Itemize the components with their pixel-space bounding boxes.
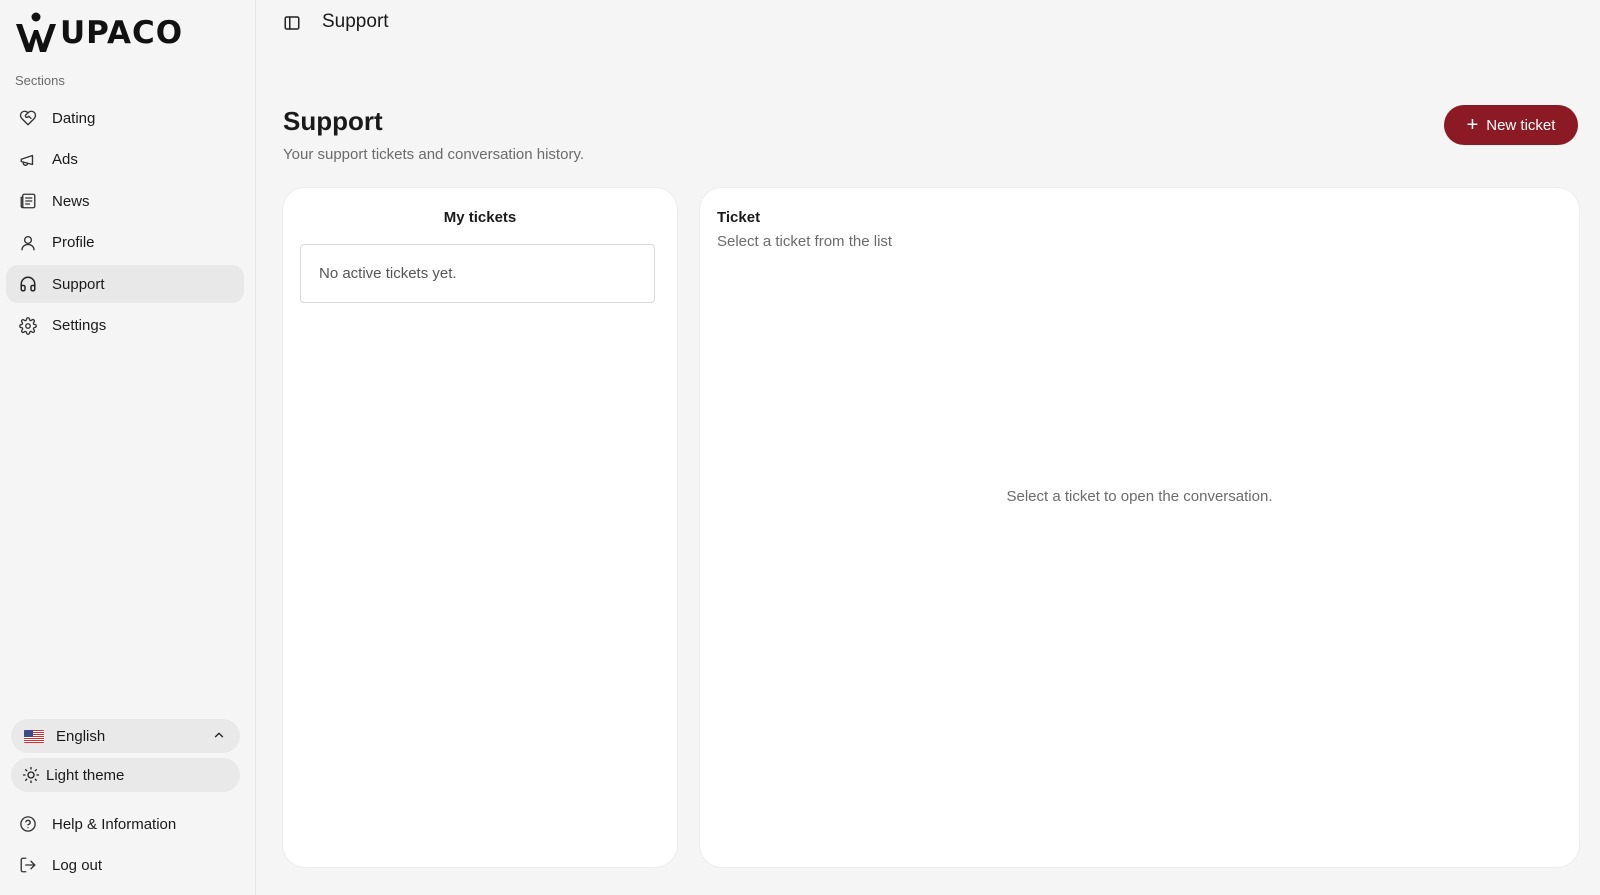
sidebar-nav: Dating Ads News Profile Support Settings — [6, 99, 244, 348]
sidebar-item-label: Support — [52, 275, 105, 293]
theme-toggle[interactable]: Light theme — [11, 758, 240, 792]
page-title: Support — [283, 106, 383, 136]
sidebar-toggle-icon[interactable] — [283, 14, 301, 32]
page-subtitle: Your support tickets and conversation hi… — [283, 146, 584, 163]
heart-handshake-icon — [18, 108, 38, 128]
language-select[interactable]: English — [11, 719, 240, 753]
sidebar-item-support[interactable]: Support — [6, 265, 244, 303]
sidebar-item-news[interactable]: News — [6, 182, 244, 220]
sidebar-item-label: News — [52, 192, 90, 210]
sidebar-item-logout[interactable]: Log out — [6, 846, 244, 884]
my-tickets-title: My tickets — [443, 209, 517, 226]
tickets-empty-state: No active tickets yet. — [300, 244, 655, 303]
sidebar-item-label: Dating — [52, 109, 96, 127]
sidebar-item-settings[interactable]: Settings — [6, 307, 244, 345]
sun-icon — [22, 766, 40, 784]
us-flag-icon — [24, 729, 44, 743]
logo-text: UPACO — [60, 15, 184, 51]
brand-logo[interactable]: UPACO — [14, 11, 183, 55]
sidebar-item-help[interactable]: Help & Information — [6, 805, 244, 843]
sidebar-item-profile[interactable]: Profile — [6, 224, 244, 262]
megaphone-icon — [18, 150, 38, 170]
conversation-empty-state: Select a ticket to open the conversation… — [1006, 488, 1273, 505]
sections-label: Sections — [15, 73, 65, 88]
language-label: English — [56, 727, 106, 745]
user-icon — [18, 233, 38, 253]
new-ticket-label: New ticket — [1486, 116, 1556, 134]
sidebar-bottom-nav: Help & Information Log out — [6, 805, 244, 887]
sidebar-item-ads[interactable]: Ads — [6, 141, 244, 179]
newspaper-icon — [18, 191, 38, 211]
sidebar-item-label: Log out — [52, 856, 103, 874]
gear-icon — [18, 316, 38, 336]
new-ticket-button[interactable]: + New ticket — [1444, 105, 1578, 145]
ticket-title: Ticket — [717, 209, 761, 226]
my-tickets-panel: My tickets No active tickets yet. — [283, 188, 677, 867]
ticket-subtitle: Select a ticket from the list — [717, 233, 893, 250]
sidebar-item-label: Help & Information — [52, 815, 177, 833]
ticket-detail-panel: Ticket Select a ticket from the list Sel… — [700, 188, 1579, 867]
topbar-title: Support — [322, 11, 389, 32]
sidebar-item-label: Profile — [52, 234, 95, 251]
sidebar-item-dating[interactable]: Dating — [6, 99, 244, 137]
theme-label: Light theme — [46, 766, 125, 784]
headphones-icon — [18, 274, 38, 294]
chevron-up-icon — [214, 732, 224, 738]
sidebar-item-label: Ads — [52, 151, 78, 168]
logout-icon — [18, 855, 38, 875]
help-circle-icon — [18, 814, 38, 834]
sidebar: UPACO Sections Dating Ads News Profile S… — [0, 0, 256, 895]
sidebar-item-label: Settings — [52, 317, 107, 334]
logo-mark-icon — [16, 12, 56, 52]
plus-icon: + — [1466, 114, 1479, 136]
